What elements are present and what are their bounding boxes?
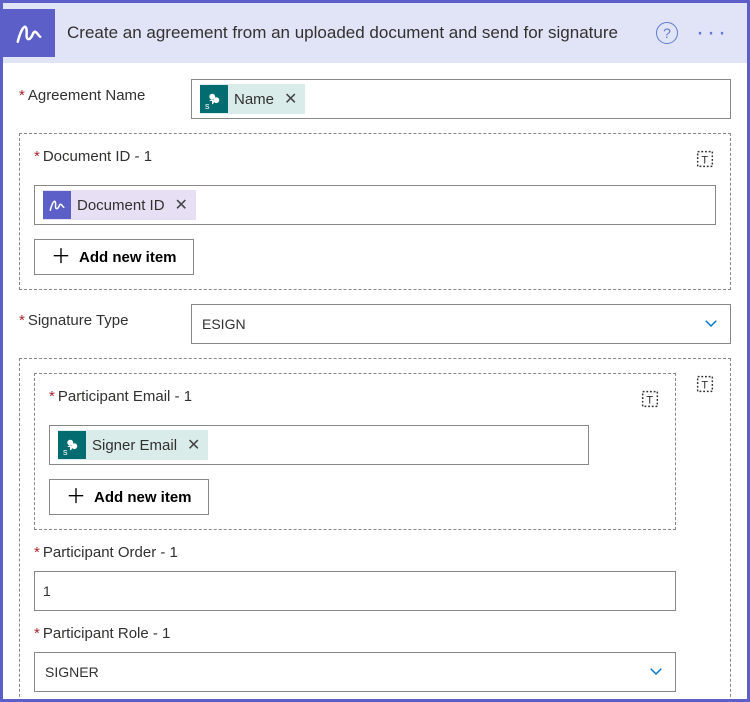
add-participant-email-label: Add new item <box>94 489 192 506</box>
participant-email-group: Participant Email - 1 T Signer Email ✕ <box>34 373 676 530</box>
token-signer-email-label: Signer Email <box>92 437 177 454</box>
adobe-sign-icon <box>3 9 55 57</box>
token-signer-email[interactable]: Signer Email ✕ <box>58 430 208 460</box>
participant-order-label: Participant Order - 1 <box>34 544 676 561</box>
signature-type-select[interactable]: ESIGN <box>191 304 731 344</box>
array-toggle-icon[interactable]: T <box>694 148 716 170</box>
signature-type-value: ESIGN <box>202 316 246 332</box>
signature-type-row: Signature Type ESIGN <box>19 304 731 344</box>
participant-email-input[interactable]: Signer Email ✕ <box>49 425 589 465</box>
document-id-input[interactable]: Document ID ✕ <box>34 185 716 225</box>
participant-role-block: Participant Role - 1 SIGNER <box>34 625 676 692</box>
agreement-name-input[interactable]: Name ✕ <box>191 79 731 119</box>
plus-icon: ＋ <box>66 487 86 507</box>
participant-role-value: SIGNER <box>45 664 99 680</box>
adobe-sign-token-icon <box>43 191 71 219</box>
signature-type-label: Signature Type <box>19 304 179 329</box>
action-title: Create an agreement from an uploaded doc… <box>67 23 644 43</box>
plus-icon: ＋ <box>51 247 71 267</box>
token-document-id[interactable]: Document ID ✕ <box>43 190 196 220</box>
action-header: Create an agreement from an uploaded doc… <box>3 3 747 63</box>
remove-token-icon[interactable]: ✕ <box>280 89 297 109</box>
svg-text:T: T <box>701 380 708 392</box>
token-document-id-label: Document ID <box>77 197 165 214</box>
chevron-down-icon <box>702 314 720 335</box>
add-document-id-button[interactable]: ＋ Add new item <box>34 239 194 275</box>
remove-token-icon[interactable]: ✕ <box>171 195 188 215</box>
agreement-name-label: Agreement Name <box>19 79 179 104</box>
participant-role-label: Participant Role - 1 <box>34 625 676 642</box>
action-body: Agreement Name Name ✕ Document ID - 1 <box>3 63 747 699</box>
add-participant-email-button[interactable]: ＋ Add new item <box>49 479 209 515</box>
participant-order-input[interactable]: 1 <box>34 571 676 611</box>
token-name[interactable]: Name ✕ <box>200 84 305 114</box>
participant-order-block: Participant Order - 1 1 <box>34 544 676 611</box>
agreement-name-row: Agreement Name Name ✕ <box>19 79 731 119</box>
token-name-label: Name <box>234 91 274 108</box>
svg-text:T: T <box>701 155 708 167</box>
participant-role-select[interactable]: SIGNER <box>34 652 676 692</box>
array-toggle-icon[interactable]: T <box>639 388 661 410</box>
help-icon[interactable]: ? <box>656 22 678 44</box>
add-document-id-label: Add new item <box>79 249 177 266</box>
svg-text:T: T <box>646 395 653 407</box>
document-id-label: Document ID - 1 <box>34 148 152 165</box>
participant-email-label: Participant Email - 1 <box>49 388 192 405</box>
remove-token-icon[interactable]: ✕ <box>183 435 200 455</box>
sharepoint-icon <box>58 431 86 459</box>
array-toggle-icon[interactable]: T <box>694 373 716 395</box>
participants-group: T Participant Email - 1 T <box>19 358 731 699</box>
chevron-down-icon <box>647 662 665 683</box>
sharepoint-icon <box>200 85 228 113</box>
more-menu-icon[interactable]: ··· <box>690 21 735 45</box>
participant-order-value: 1 <box>43 583 51 599</box>
document-id-group: Document ID - 1 T Document ID ✕ <box>19 133 731 290</box>
